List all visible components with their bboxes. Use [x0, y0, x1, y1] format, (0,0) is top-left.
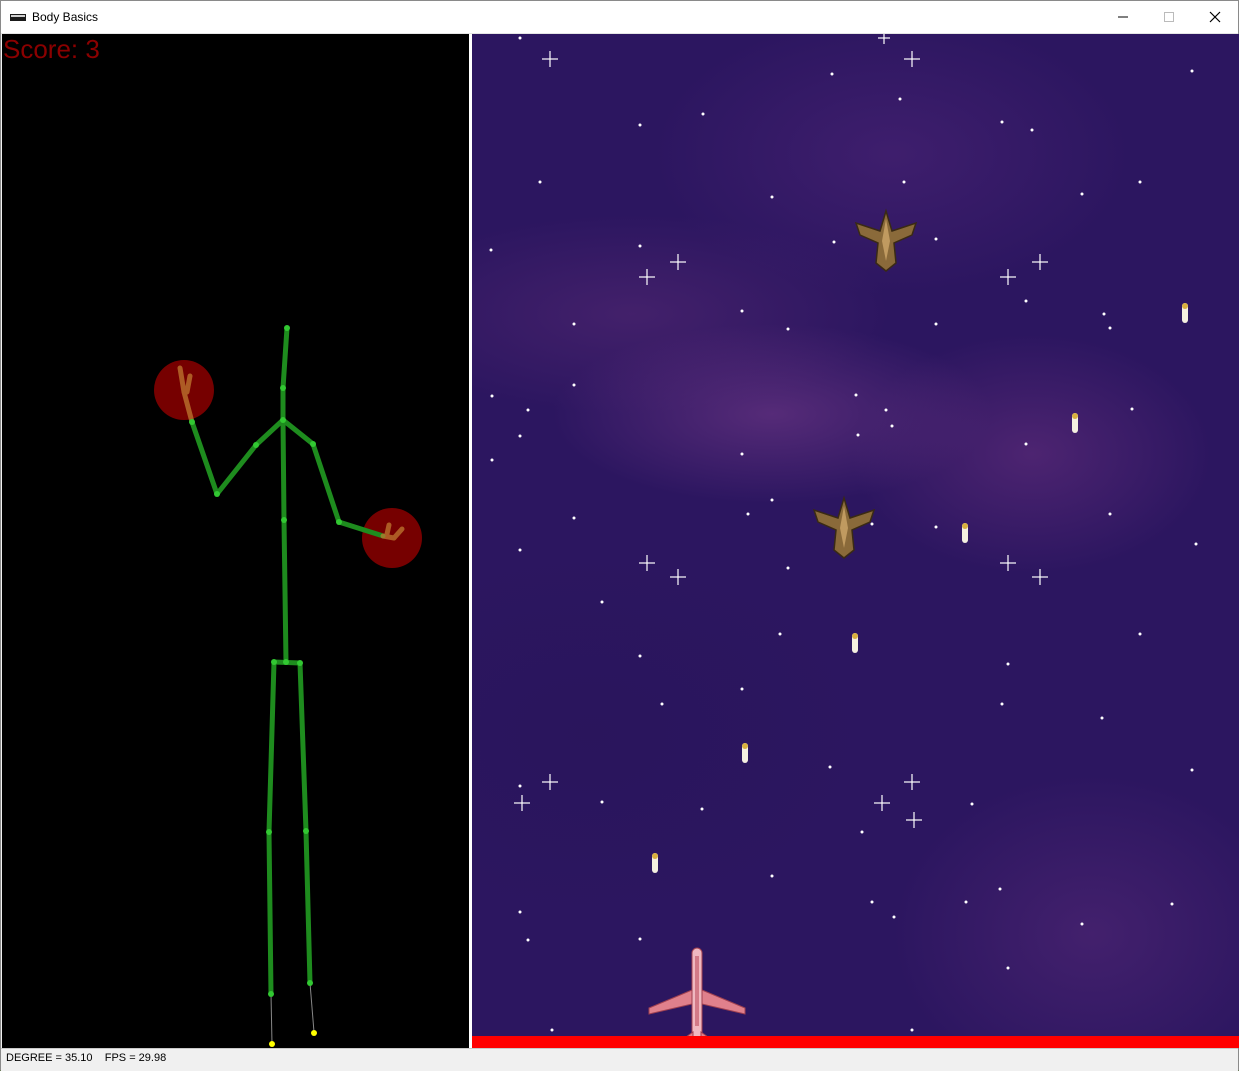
status-text: DEGREE = 35.10 FPS = 29.98 — [6, 1052, 167, 1064]
bright-stars — [514, 34, 1048, 828]
window-title: Body Basics — [32, 10, 99, 24]
fighter-jet-icon — [812, 495, 876, 559]
app-window: Body Basics Score: 3 DEGREE = 35.10 FPS … — [0, 0, 1239, 1071]
close-button[interactable] — [1192, 1, 1238, 33]
airplane-icon[interactable] — [648, 947, 746, 1047]
starfield — [489, 34, 1198, 1047]
right-foot-marker — [311, 1030, 317, 1036]
maximize-icon — [1164, 12, 1174, 22]
maximize-button[interactable] — [1146, 1, 1192, 33]
minimize-icon — [1118, 16, 1128, 18]
skeleton-view: Score: 3 — [2, 34, 469, 1048]
left-foot-marker — [269, 1041, 275, 1047]
app-icon — [10, 14, 26, 21]
health-bar — [472, 1036, 1239, 1048]
game-view[interactable] — [472, 34, 1239, 1048]
fighter-jet-icon — [854, 208, 918, 272]
bullets — [652, 303, 1188, 873]
skeleton-figure — [154, 325, 422, 1047]
minimize-button[interactable] — [1100, 1, 1146, 33]
close-icon — [1209, 11, 1221, 23]
joints — [189, 325, 342, 997]
title-bar[interactable]: Body Basics — [1, 1, 1238, 34]
status-bar: DEGREE = 35.10 FPS = 29.98 — [1, 1048, 1238, 1071]
